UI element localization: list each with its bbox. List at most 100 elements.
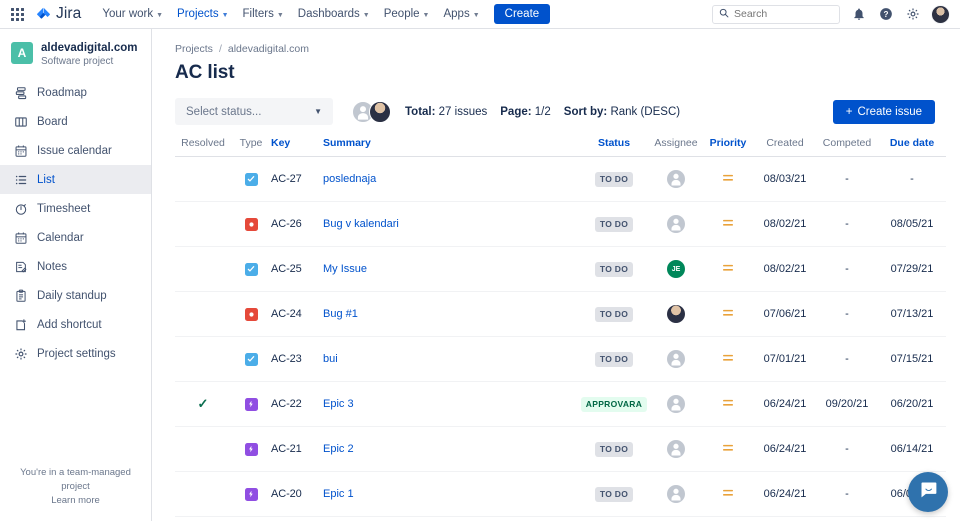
- assignee-avatar-unassigned[interactable]: [667, 440, 685, 458]
- cell-competed: -: [816, 426, 878, 472]
- project-sidebar: A aldevadigital.com Software project Roa…: [0, 29, 152, 521]
- nav-item-dashboards[interactable]: Dashboards ▼: [291, 4, 377, 24]
- sidebar-item-notes[interactable]: Notes: [0, 252, 151, 281]
- bug-type-icon: [244, 307, 258, 321]
- project-header[interactable]: A aldevadigital.com Software project: [0, 29, 151, 76]
- sidebar-item-list[interactable]: List: [0, 165, 151, 194]
- table-row[interactable]: AC-20Epic 1TO DO06/24/21-06/07/21: [175, 471, 946, 517]
- sidebar-item-issue-calendar[interactable]: Issue calendar: [0, 136, 151, 165]
- create-issue-button[interactable]: + Create issue: [832, 99, 935, 124]
- issue-summary-link[interactable]: Epic 1: [323, 488, 354, 500]
- column-header-duedate[interactable]: Due date: [878, 137, 946, 157]
- cell-summary: subtask 3: [323, 516, 578, 521]
- status-filter-select[interactable]: Select status... ▼: [175, 98, 333, 125]
- assignee-avatar[interactable]: JE: [667, 260, 685, 278]
- column-header-key[interactable]: Key: [271, 137, 323, 157]
- assignee-avatar-unassigned[interactable]: [667, 485, 685, 503]
- sidebar-item-label: Notes: [37, 260, 68, 273]
- table-row[interactable]: AC-21 Epic 2 TO DO 06/24/21-06/14/21: [175, 426, 946, 472]
- settings-gear-icon[interactable]: [904, 6, 921, 23]
- cell-competed: -: [816, 291, 878, 337]
- cell-type: [231, 336, 271, 382]
- issue-summary-link[interactable]: Bug #1: [323, 308, 358, 320]
- nav-item-people[interactable]: People ▼: [377, 4, 437, 24]
- sidebar-item-project-settings[interactable]: Project settings: [0, 339, 151, 368]
- nav-item-projects[interactable]: Projects ▼: [170, 4, 235, 24]
- issue-summary-link[interactable]: poslednaja: [323, 173, 376, 185]
- help-icon[interactable]: ?: [877, 6, 894, 23]
- add-shortcut-icon: [13, 317, 28, 332]
- cell-status: TO DO: [578, 516, 650, 521]
- table-row[interactable]: AC-19subtask 3TO DO 06/22/21-06/24/21: [175, 516, 946, 521]
- column-header-resolved[interactable]: Resolved: [175, 137, 231, 157]
- sidebar-item-label: List: [37, 173, 55, 186]
- table-row[interactable]: AC-25 My Issue TO DO JE 08/02/21-07/29/21: [175, 246, 946, 292]
- cell-assignee: [650, 471, 702, 517]
- issue-summary-link[interactable]: Bug v kalendari: [323, 218, 399, 230]
- assignee-avatar[interactable]: [667, 305, 685, 323]
- column-header-created[interactable]: Created: [754, 137, 816, 157]
- assignee-avatar-filter[interactable]: [352, 100, 391, 123]
- cell-duedate: 06/14/21: [878, 426, 946, 472]
- assignee-avatar-unassigned[interactable]: [667, 215, 685, 233]
- nav-left-group: Jira Your work ▼ Projects ▼ Filters ▼ Da…: [6, 3, 551, 25]
- create-button[interactable]: Create: [493, 4, 551, 24]
- assignee-avatar-unassigned[interactable]: [667, 350, 685, 368]
- column-header-type[interactable]: Type: [231, 137, 271, 157]
- cell-priority: [702, 516, 754, 521]
- timer-icon: [13, 201, 28, 216]
- issue-summary-link[interactable]: My Issue: [323, 263, 367, 275]
- cell-status: TO DO: [578, 201, 650, 247]
- nav-item-your-work[interactable]: Your work ▼: [95, 4, 170, 24]
- profile-avatar[interactable]: [931, 4, 950, 24]
- cell-key: AC-26: [271, 201, 323, 247]
- table-row[interactable]: ✓ AC-22 Epic 3 APPROVARA 06/24/21 09/20/21 06/…: [175, 381, 946, 427]
- issue-summary-link[interactable]: Epic 2: [323, 443, 354, 455]
- cell-resolved: [175, 336, 231, 382]
- breadcrumb-projects[interactable]: Projects: [175, 43, 213, 55]
- table-header-row: Resolved Type Key Summary Status Assigne…: [175, 137, 946, 157]
- column-header-priority[interactable]: Priority: [702, 137, 754, 157]
- sidebar-item-daily-standup[interactable]: Daily standup: [0, 281, 151, 310]
- table-row[interactable]: AC-23 bui TO DO 07/01/21-07/15/21: [175, 336, 946, 382]
- table-row[interactable]: AC-26 Bug v kalendari TO DO 08/02/21-08/05/…: [175, 201, 946, 247]
- create-issue-label: Create issue: [857, 105, 922, 118]
- sidebar-item-board[interactable]: Board: [0, 107, 151, 136]
- column-header-competed[interactable]: Competed: [816, 137, 878, 157]
- jira-logo[interactable]: Jira: [35, 5, 81, 23]
- status-badge: TO DO: [594, 441, 634, 457]
- table-row[interactable]: AC-24 Bug #1 TO DO 07/06/21-07/13/21: [175, 291, 946, 337]
- assignee-avatar-unassigned[interactable]: [667, 395, 685, 413]
- avatar-user[interactable]: [369, 100, 391, 123]
- sidebar-item-calendar[interactable]: Calendar: [0, 223, 151, 252]
- sidebar-item-timesheet[interactable]: Timesheet: [0, 194, 151, 223]
- apps-grid-icon[interactable]: [6, 3, 28, 25]
- column-header-assignee[interactable]: Assignee: [650, 137, 702, 157]
- cell-duedate: 07/29/21: [878, 246, 946, 292]
- assignee-avatar-unassigned[interactable]: [667, 170, 685, 188]
- cell-competed: -: [816, 246, 878, 292]
- column-header-status[interactable]: Status: [578, 137, 650, 157]
- cell-type: [231, 201, 271, 247]
- search-input[interactable]: [734, 8, 833, 20]
- notifications-bell-icon[interactable]: [850, 6, 867, 23]
- sidebar-item-label: Add shortcut: [37, 318, 102, 331]
- chevron-down-icon: ▼: [276, 11, 284, 19]
- issue-summary-link[interactable]: bui: [323, 353, 338, 365]
- nav-item-filters[interactable]: Filters ▼: [236, 4, 291, 24]
- search-box[interactable]: [712, 4, 840, 24]
- cell-assignee: [650, 201, 702, 247]
- chat-support-button[interactable]: [908, 472, 948, 512]
- breadcrumb-separator: /: [218, 43, 222, 55]
- nav-item-label: Filters: [242, 8, 274, 20]
- sidebar-item-roadmap[interactable]: Roadmap: [0, 78, 151, 107]
- sidebar-item-add-shortcut[interactable]: Add shortcut: [0, 310, 151, 339]
- column-header-summary[interactable]: Summary: [323, 137, 578, 157]
- table-row[interactable]: AC-27 poslednaja TO DO 08/03/21- -: [175, 156, 946, 202]
- breadcrumb-project[interactable]: aldevadigital.com: [228, 43, 309, 55]
- learn-more-link[interactable]: Learn more: [8, 494, 143, 508]
- issue-summary-link[interactable]: Epic 3: [323, 398, 354, 410]
- cell-resolved: [175, 201, 231, 247]
- nav-item-apps[interactable]: Apps ▼: [436, 4, 486, 24]
- status-badge: TO DO: [594, 171, 634, 187]
